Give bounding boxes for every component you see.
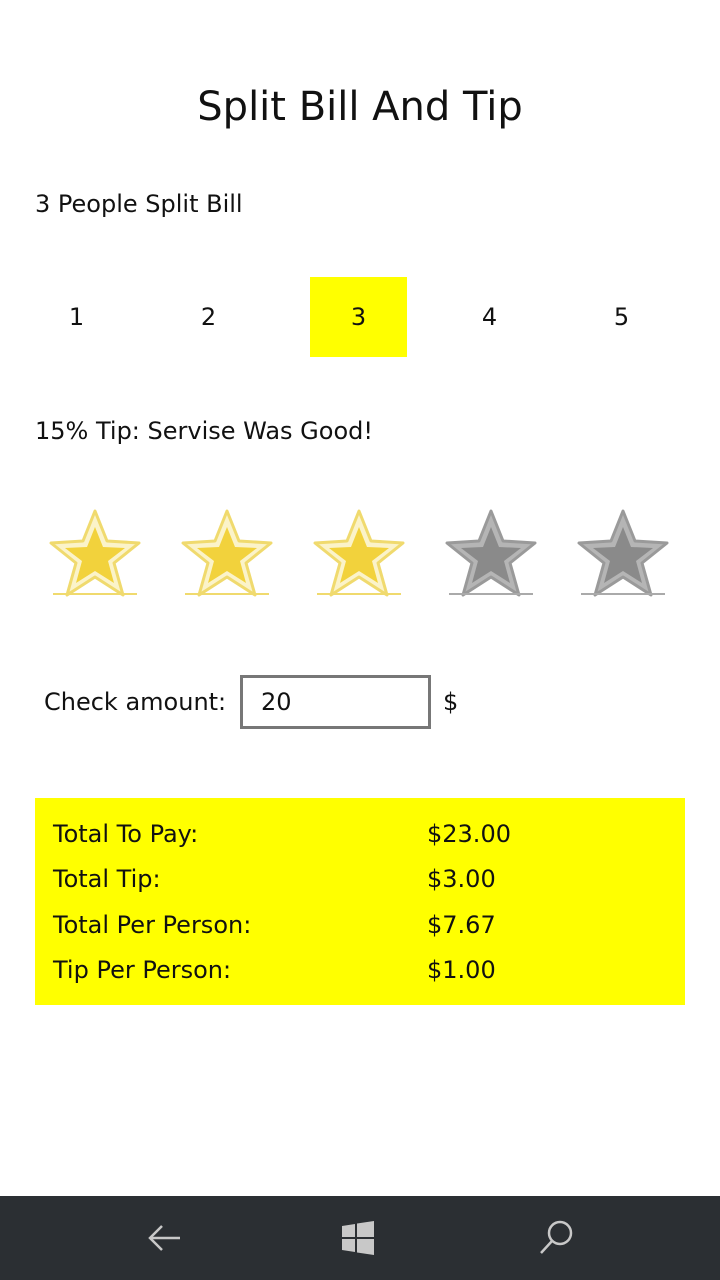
people-split-label: 3 People Split Bill xyxy=(35,190,243,218)
search-icon[interactable] xyxy=(532,1214,580,1262)
page-title: Split Bill And Tip xyxy=(197,84,523,130)
people-selector: 1 2 3 4 5 xyxy=(28,277,688,357)
back-arrow-icon[interactable] xyxy=(140,1214,188,1262)
people-option-2[interactable]: 2 xyxy=(160,277,257,357)
system-navigation-bar xyxy=(0,1196,720,1280)
summary-row-total-per-person: Total Per Person: $7.67 xyxy=(53,911,673,941)
star-2-icon[interactable] xyxy=(177,505,277,600)
summary-value: $1.00 xyxy=(427,956,496,984)
summary-label: Tip Per Person: xyxy=(53,956,232,984)
summary-value: $23.00 xyxy=(427,820,511,848)
tip-rating-stars xyxy=(0,505,720,605)
summary-value: $3.00 xyxy=(427,865,496,893)
check-amount-input[interactable] xyxy=(240,675,431,729)
check-amount-label: Check amount: xyxy=(44,688,227,716)
summary-value: $7.67 xyxy=(427,911,496,939)
summary-row-total-tip: Total Tip: $3.00 xyxy=(53,865,673,895)
star-5-icon[interactable] xyxy=(573,505,673,600)
summary-label: Total Per Person: xyxy=(53,911,252,939)
summary-label: Total To Pay: xyxy=(53,820,199,848)
star-4-icon[interactable] xyxy=(441,505,541,600)
people-option-3[interactable]: 3 xyxy=(310,277,407,357)
people-option-1[interactable]: 1 xyxy=(28,277,125,357)
summary-panel: Total To Pay: $23.00 Total Tip: $3.00 To… xyxy=(35,798,685,1005)
summary-row-total-to-pay: Total To Pay: $23.00 xyxy=(53,820,673,850)
summary-row-tip-per-person: Tip Per Person: $1.00 xyxy=(53,956,673,986)
windows-logo-icon[interactable] xyxy=(334,1214,382,1262)
summary-label: Total Tip: xyxy=(53,865,161,893)
tip-label: 15% Tip: Servise Was Good! xyxy=(35,417,374,445)
people-option-5[interactable]: 5 xyxy=(573,277,670,357)
star-3-icon[interactable] xyxy=(309,505,409,600)
people-option-4[interactable]: 4 xyxy=(441,277,538,357)
star-1-icon[interactable] xyxy=(45,505,145,600)
currency-symbol: $ xyxy=(443,688,459,716)
